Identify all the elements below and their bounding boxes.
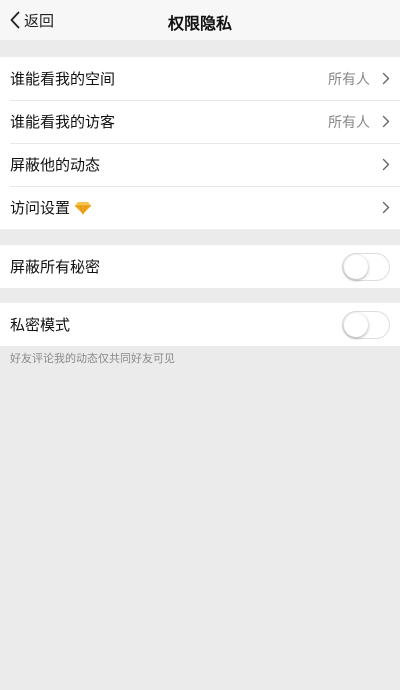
navigation-bar: 返回 权限隐私 (0, 0, 400, 40)
page-title: 权限隐私 (167, 14, 232, 33)
diamond-icon (75, 201, 92, 215)
row-label: 屏蔽所有秘密 (10, 258, 101, 276)
row-label: 访问设置 (10, 199, 71, 217)
row-label: 私密模式 (10, 316, 71, 334)
settings-group-visibility: 谁能看我的空间 所有人 谁能看我的访客 所有人 屏蔽他的动态 访问设置 (0, 57, 400, 229)
chevron-right-icon (382, 72, 390, 85)
private-mode-footnote: 好友评论我的动态仅共同好友可见 (10, 352, 175, 365)
chevron-right-icon (382, 115, 390, 128)
row-label: 屏蔽他的动态 (10, 156, 101, 174)
row-access-settings[interactable]: 访问设置 (0, 186, 400, 229)
row-value: 所有人 (328, 71, 370, 88)
row-block-his-feed[interactable]: 屏蔽他的动态 (0, 143, 400, 186)
row-label-wrapper: 访问设置 (10, 197, 92, 218)
row-private-mode: 私密模式 (0, 303, 400, 346)
toggle-knob (344, 312, 368, 337)
settings-group-private-mode: 私密模式 (0, 303, 400, 346)
row-who-can-see-visitors[interactable]: 谁能看我的访客 所有人 (0, 100, 400, 143)
row-value: 所有人 (328, 114, 370, 131)
chevron-right-icon (382, 158, 390, 171)
row-label: 谁能看我的空间 (10, 70, 116, 88)
row-who-can-see-space[interactable]: 谁能看我的空间 所有人 (0, 57, 400, 100)
chevron-right-icon (382, 201, 390, 214)
row-label: 谁能看我的访客 (10, 113, 116, 131)
settings-group-secrets: 屏蔽所有秘密 (0, 245, 400, 288)
toggle-knob (344, 254, 368, 279)
private-mode-toggle[interactable] (342, 310, 390, 339)
row-block-all-secrets: 屏蔽所有秘密 (0, 245, 400, 288)
block-secrets-toggle[interactable] (342, 252, 390, 281)
